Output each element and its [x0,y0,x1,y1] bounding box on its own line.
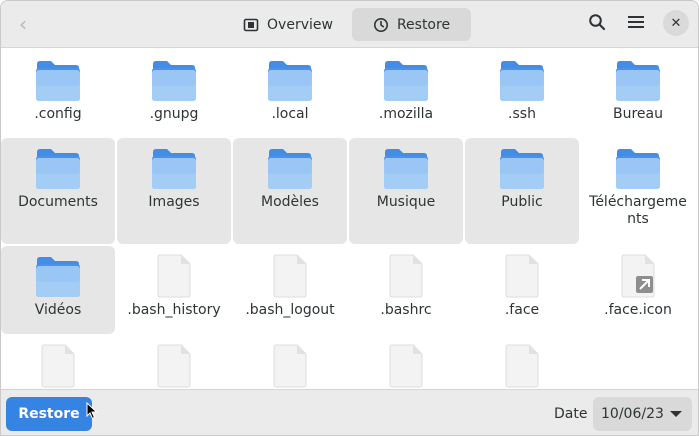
search-button[interactable] [581,7,613,41]
folder-item[interactable]: Vidéos [1,246,115,334]
folder-item[interactable]: Modèles [233,138,347,244]
file-icon [389,344,423,388]
go-back-icon: ‹ [19,12,27,36]
folder-icon [499,146,545,190]
close-icon: ✕ [670,15,682,31]
file-item[interactable] [349,336,463,388]
footer-bar: Restore Date 10/06/23 [1,389,698,435]
folder-icon [151,58,197,102]
file-item[interactable] [465,336,579,388]
file-name-label: .gnupg [149,106,199,122]
folder-item[interactable]: .ssh [465,50,579,136]
tab-overview[interactable]: Overview [235,8,341,41]
folder-item[interactable]: .gnupg [117,50,231,136]
symlink-file-icon [621,254,655,298]
folder-icon [35,58,81,102]
folder-item[interactable]: .local [233,50,347,136]
file-icon [505,254,539,298]
file-name-label: Public [501,194,543,210]
file-name-label: Images [148,194,200,210]
file-item[interactable]: .bashrc [349,246,463,334]
folder-item[interactable]: .config [1,50,115,136]
file-name-label: Bureau [613,106,663,122]
folder-icon [35,254,81,298]
close-button[interactable]: ✕ [663,10,689,36]
date-dropdown[interactable]: 10/06/23 [593,397,692,431]
folder-item[interactable]: Bureau [581,50,695,136]
tab-overview-label: Overview [267,16,333,33]
file-name-label: .mozilla [378,106,434,122]
file-name-label: .ssh [508,106,536,122]
folder-icon [35,146,81,190]
hamburger-menu-icon [628,15,644,33]
file-item[interactable] [233,336,347,388]
chevron-down-icon [670,411,682,417]
folder-icon [499,58,545,102]
folder-icon [615,58,661,102]
file-name-label: .face [504,302,540,318]
file-icon [505,344,539,388]
file-icon [273,344,307,388]
file-name-label: Modèles [261,194,319,210]
file-name-label: .bashrc [380,302,432,318]
file-item[interactable]: .bash_logout [233,246,347,334]
file-name-label: .local [271,106,309,122]
file-item[interactable]: .bash_history [117,246,231,334]
file-icon [157,344,191,388]
file-icon [41,344,75,388]
folder-icon [267,58,313,102]
file-name-label: Musique [376,194,436,210]
mouse-cursor-icon [86,402,98,420]
file-item[interactable]: .face.icon [581,246,695,334]
folder-item[interactable]: Public [465,138,579,244]
date-label: Date [554,406,588,422]
back-button[interactable]: ‹ [7,7,39,41]
file-icon [157,254,191,298]
file-name-label: .bash_history [127,302,221,318]
file-item[interactable] [1,336,115,388]
file-name-label: Vidéos [34,302,82,318]
folder-icon [383,146,429,190]
file-item[interactable]: .face [465,246,579,334]
app-window: ‹ Overview Restore ✕ .config .gnupg .loc… [0,0,699,436]
folder-item[interactable]: Documents [1,138,115,244]
file-name-label: .face.icon [604,302,672,318]
main-menu-button[interactable] [620,7,652,41]
file-name-label: .bash_logout [245,302,335,318]
clock-icon [373,17,389,33]
file-icon [273,254,307,298]
folder-icon [383,58,429,102]
overview-icon [243,17,259,33]
folder-item[interactable]: Images [117,138,231,244]
folder-item[interactable]: Téléchargem­ents [581,138,695,244]
tab-restore-label: Restore [396,16,451,33]
date-value: 10/06/23 [601,406,664,422]
file-name-label: .config [34,106,82,122]
folder-icon [615,146,661,190]
header-bar: ‹ Overview Restore ✕ [1,1,698,48]
folder-icon [267,146,313,190]
file-name-label: Documents [18,194,98,210]
tab-restore[interactable]: Restore [352,8,471,41]
search-icon [588,13,606,35]
folder-item[interactable]: .mozilla [349,50,463,136]
folder-icon [151,146,197,190]
restore-button[interactable]: Restore [6,397,92,431]
folder-item[interactable]: Musique [349,138,463,244]
file-grid: .config .gnupg .local .mozilla .ssh Bureau Doc… [1,48,698,388]
file-item[interactable] [117,336,231,388]
file-name-label: Téléchargem­ents [589,194,687,227]
file-icon [389,254,423,298]
